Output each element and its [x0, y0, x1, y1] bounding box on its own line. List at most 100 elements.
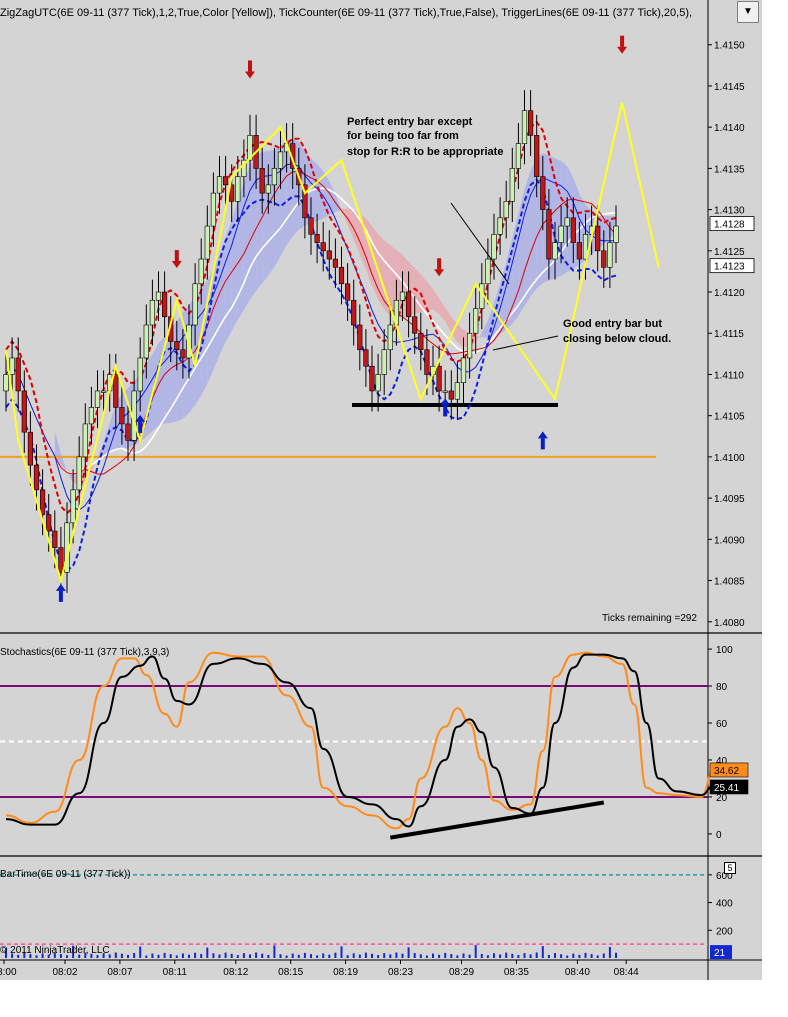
- time-axis-label: 08:35: [504, 967, 529, 978]
- candle-body: [351, 299, 357, 326]
- candle-body: [125, 423, 131, 441]
- chart-window: 1.4150 1.4145 1.4140 1.4135 1.4130 1.4125 1.41…: [0, 0, 788, 1012]
- candle-body: [344, 283, 351, 301]
- price-axis-label: 1.4095: [714, 494, 745, 505]
- bartime-bar: [572, 953, 575, 958]
- bartime-bar: [157, 954, 160, 958]
- time-axis-label: 08:02: [52, 967, 77, 978]
- candle-body: [564, 217, 570, 227]
- candle-body: [15, 357, 21, 392]
- bartime-bar: [139, 946, 142, 958]
- bartime-bar: [175, 955, 178, 958]
- price-axis-label: 1.4090: [714, 535, 745, 546]
- bartime-bar: [407, 947, 410, 958]
- candle-body: [162, 291, 168, 318]
- candle-body: [27, 431, 34, 466]
- bartime-bar: [535, 952, 538, 958]
- bartime-bar: [413, 953, 416, 958]
- candle-body: [399, 291, 406, 301]
- bartime-bar: [602, 953, 605, 958]
- bartime-bar: [578, 954, 581, 958]
- bartime-bar: [377, 955, 380, 958]
- price-axis-label: 1.4085: [714, 577, 745, 588]
- time-axis-label: 08:23: [388, 967, 413, 978]
- annotation-2-line-1: Good entry bar but: [563, 318, 662, 330]
- price-axis-label: 1.4110: [714, 370, 744, 381]
- price-tag-upper: 1.4128: [714, 220, 745, 231]
- bartime-bar: [169, 954, 172, 958]
- price-axis-label: 1.4150: [714, 41, 745, 52]
- time-axis-label: 08:19: [333, 967, 358, 978]
- candle-body: [192, 283, 198, 326]
- bartime-bar: [371, 953, 373, 958]
- candle-body: [527, 110, 534, 136]
- candle-body: [521, 110, 528, 144]
- candle-body: [576, 242, 582, 260]
- candle-body: [314, 234, 320, 243]
- candle-body: [326, 250, 332, 260]
- candle-body: [46, 514, 52, 532]
- candle-body: [320, 242, 326, 252]
- candle-body: [515, 143, 521, 169]
- candle-body: [137, 357, 143, 392]
- bartime-bar: [194, 952, 197, 958]
- candle-body: [570, 217, 576, 243]
- bartime-bar: [224, 952, 227, 958]
- bartime-bar: [419, 954, 422, 958]
- panel-toggle-button[interactable]: 5: [724, 862, 736, 874]
- cloud-segment: [243, 165, 250, 310]
- bartime-bar: [188, 954, 190, 958]
- candle-body: [491, 234, 497, 260]
- bartime-bar: [608, 947, 611, 958]
- bartime-bar: [425, 955, 428, 958]
- dropdown-scroll-button[interactable]: ▼: [737, 1, 759, 23]
- candle-body: [454, 382, 461, 400]
- stoch-axis-label: 60: [716, 719, 728, 730]
- price-axis-label: 1.4105: [714, 412, 745, 423]
- page-margin-right: [762, 0, 788, 1012]
- bartime-bar: [560, 954, 563, 958]
- candle-body: [94, 390, 101, 408]
- candle-body: [332, 258, 339, 268]
- bartime-bar: [584, 952, 587, 958]
- price-axis-label: 1.4080: [714, 618, 745, 629]
- stoch-axis-label: 80: [716, 682, 728, 693]
- bartime-bar: [444, 952, 447, 958]
- chart-canvas: 1.4150 1.4145 1.4140 1.4135 1.4130 1.4125 1.41…: [0, 0, 788, 1012]
- bartime-bar: [547, 954, 550, 958]
- time-axis-label: 08:29: [449, 967, 474, 978]
- bartime-bar: [212, 953, 215, 958]
- bartime-bar: [389, 954, 392, 958]
- chevron-down-icon: ▼: [743, 6, 753, 17]
- candle-body: [198, 258, 204, 285]
- arrow-shaft: [174, 250, 179, 262]
- stoch-title: Stochastics(6E 09-11 (377 Tick),3,9,3): [0, 647, 169, 658]
- annotation-1-line-2: for being too far from: [347, 130, 459, 142]
- time-axis-label: 08:07: [107, 967, 132, 978]
- candle-body: [76, 456, 82, 491]
- bartime-bar: [310, 954, 312, 958]
- time-axis-label: 08:44: [614, 967, 639, 978]
- candle-body: [613, 225, 619, 243]
- page-margin-bottom: [0, 980, 788, 1012]
- candle-body: [33, 464, 40, 491]
- candle-body: [497, 217, 503, 235]
- candle-body: [338, 266, 345, 285]
- bartime-bar: [432, 953, 434, 958]
- bartime-bar: [230, 953, 233, 958]
- time-axis-label: 08:12: [223, 967, 248, 978]
- candle-body: [381, 349, 387, 375]
- bartime-bar: [590, 954, 593, 958]
- candle-body: [39, 489, 46, 515]
- bartime-bar: [200, 953, 203, 958]
- candle-body: [552, 242, 558, 260]
- candle-body: [21, 390, 27, 433]
- bartime-bar: [328, 954, 331, 958]
- bartime-bar: [279, 954, 282, 958]
- bartime-bar: [401, 953, 404, 958]
- copyright: © 2011 NinjaTrader, LLC: [0, 945, 110, 956]
- candle-body: [155, 291, 162, 301]
- price-axis-label: 1.4120: [714, 288, 745, 299]
- candle-body: [235, 176, 241, 202]
- candle-body: [363, 349, 369, 367]
